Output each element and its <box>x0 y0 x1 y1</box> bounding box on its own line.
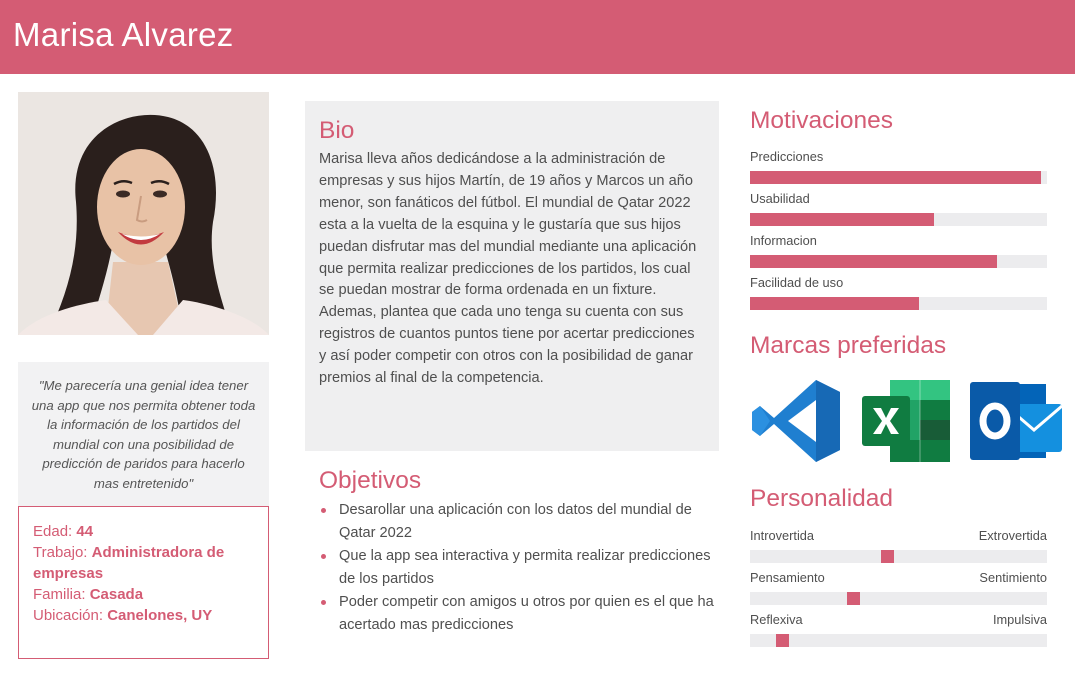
objectives-list: Desarollar una aplicación con los datos … <box>319 499 719 637</box>
age-value: 44 <box>76 523 94 540</box>
personality-track <box>750 634 1047 647</box>
bio-title: Bio <box>319 117 355 144</box>
personality-row: Pensamiento Sentimiento <box>750 571 1047 585</box>
personality-marker <box>881 550 894 563</box>
personality-right-label: Sentimiento <box>979 570 1047 585</box>
persona-quote: "Me parecería una genial idea tener una … <box>31 378 256 491</box>
family-label: Familia: <box>33 586 86 603</box>
personality-marker <box>776 634 789 647</box>
bullet-icon <box>321 554 326 559</box>
motivation-label: Predicciones <box>750 149 824 164</box>
motivation-fill <box>750 297 920 310</box>
personality-left-label: Pensamiento <box>750 570 825 585</box>
motivation-track <box>750 171 1047 184</box>
motivation-track <box>750 213 1047 226</box>
motivation-label: Informacion <box>750 233 817 248</box>
objective-text: Poder competir con amigos u otros por qu… <box>339 594 714 633</box>
bullet-icon <box>321 508 326 513</box>
motivation-fill <box>750 171 1042 184</box>
bullet-icon <box>321 600 326 605</box>
motivation-fill <box>750 255 997 268</box>
vscode-icon <box>750 378 842 464</box>
location-value: Canelones, UY <box>107 607 213 624</box>
personality-section: Personalidad Introvertida Extrovertida P… <box>750 485 1050 655</box>
outlook-icon <box>970 378 1063 464</box>
personality-marker <box>847 592 860 605</box>
personality-title: Personalidad <box>750 485 894 512</box>
brands-title: Marcas preferidas <box>750 332 947 359</box>
motivations-section: Motivaciones Predicciones Usabilidad Inf… <box>750 107 1050 318</box>
personality-track <box>750 550 1047 563</box>
info-age: Edad: 44 <box>33 521 254 542</box>
age-label: Edad: <box>33 523 73 540</box>
brands-icons <box>750 378 1063 464</box>
objectives-section: Objetivos Desarollar una aplicación con … <box>319 467 719 637</box>
motivation-label: Usabilidad <box>750 191 810 206</box>
info-family: Familia: Casada <box>33 584 254 605</box>
header-bar: Marisa Alvarez <box>0 0 1075 74</box>
bio-panel: Bio Marisa lleva años dedicándose a la a… <box>305 101 719 451</box>
persona-name: Marisa Alvarez <box>13 16 234 53</box>
excel-icon <box>860 378 952 464</box>
info-location: Ubicación: Canelones, UY <box>33 605 254 626</box>
motivations-bars: Predicciones Usabilidad Informacion Faci… <box>750 150 1050 310</box>
objective-item: Poder competir con amigos u otros por qu… <box>319 591 719 637</box>
personality-left-label: Reflexiva <box>750 612 803 627</box>
personality-right-label: Impulsiva <box>992 612 1047 627</box>
personality-left-label: Introvertida <box>750 528 815 543</box>
personality-sliders: Introvertida Extrovertida Pensamiento Se… <box>750 529 1050 647</box>
bio-text: Marisa lleva años dedicándose a la admin… <box>319 151 697 387</box>
motivations-title: Motivaciones <box>750 107 893 134</box>
objectives-title: Objetivos <box>319 467 422 494</box>
brands-section: Marcas preferidas <box>750 332 1050 360</box>
objective-text: Que la app sea interactiva y permita rea… <box>339 548 711 587</box>
profile-photo-illustration <box>18 92 269 335</box>
personality-row: Reflexiva Impulsiva <box>750 613 1047 627</box>
personality-right-label: Extrovertida <box>978 528 1047 543</box>
family-value: Casada <box>89 586 144 603</box>
motivation-label: Facilidad de uso <box>750 275 844 290</box>
profile-photo <box>18 92 269 335</box>
objective-item: Que la app sea interactiva y permita rea… <box>319 545 719 591</box>
motivation-track <box>750 297 1047 310</box>
info-job: Trabajo: Administradora de empresas <box>33 542 254 584</box>
info-box: Edad: 44 Trabajo: Administradora de empr… <box>18 506 269 659</box>
personality-row: Introvertida Extrovertida <box>750 529 1047 543</box>
objective-item: Desarollar una aplicación con los datos … <box>319 499 719 545</box>
location-label: Ubicación: <box>33 607 104 624</box>
personality-track <box>750 592 1047 605</box>
quote-box: "Me parecería una genial idea tener una … <box>18 362 269 506</box>
motivation-track <box>750 255 1047 268</box>
job-label: Trabajo: <box>33 544 88 561</box>
objective-text: Desarollar una aplicación con los datos … <box>339 502 692 541</box>
motivation-fill <box>750 213 935 226</box>
